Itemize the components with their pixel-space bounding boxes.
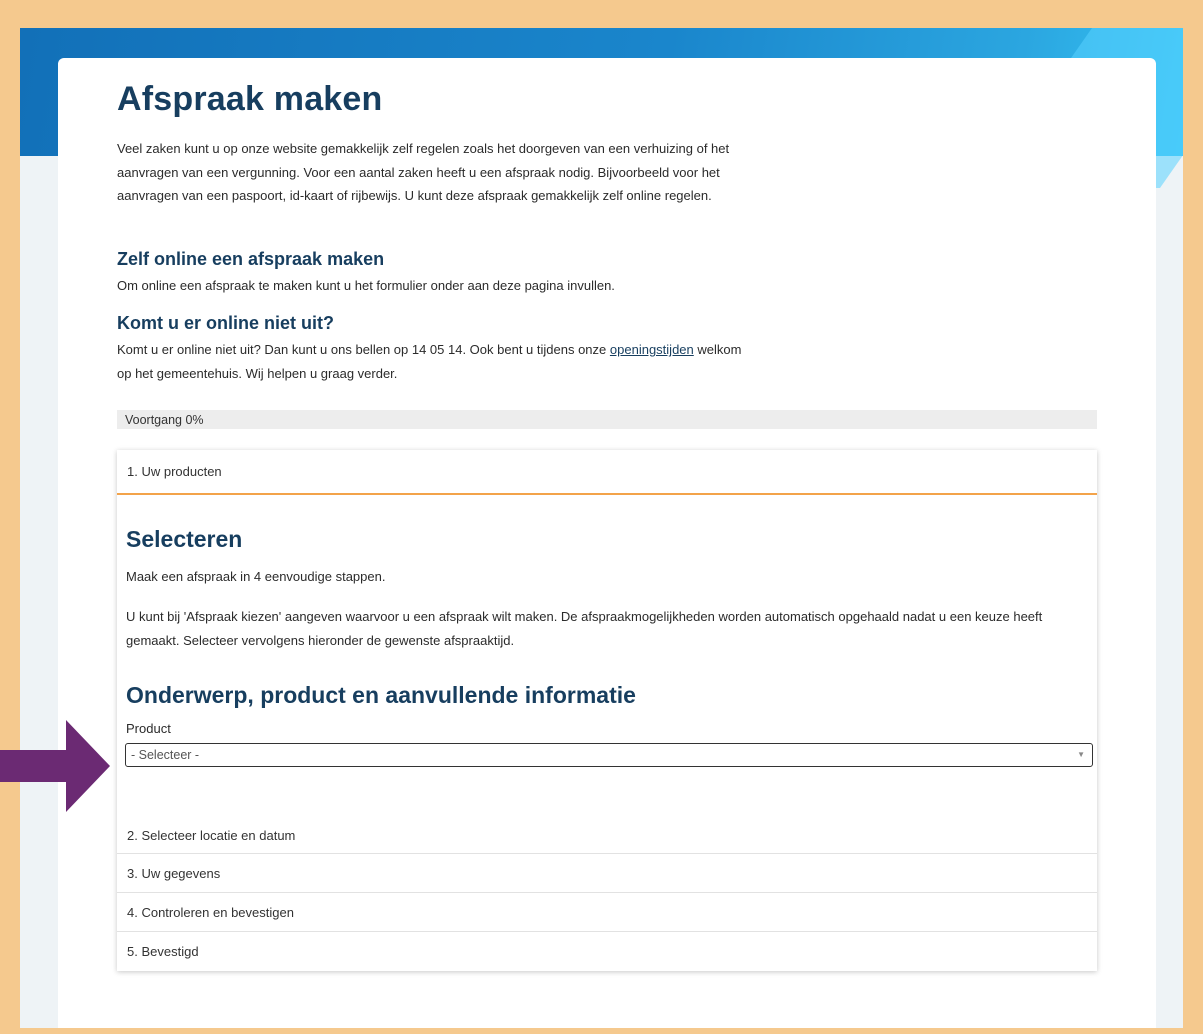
product-field-label: Product	[126, 721, 171, 736]
step-instructions-text: U kunt bij 'Afspraak kiezen' aangeven wa…	[126, 609, 1043, 648]
content-card: Afspraak maken Veel zaken kunt u op onze…	[58, 58, 1156, 1028]
step-intro-text: Maak een afspraak in 4 eenvoudige stappe…	[126, 569, 386, 584]
product-select[interactable]: - Selecteer - ▼	[125, 743, 1093, 767]
arrow-right-icon	[0, 720, 110, 812]
product-section-heading: Onderwerp, product en aanvullende inform…	[126, 682, 636, 708]
intro-text: Veel zaken kunt u op onze website gemakk…	[117, 141, 730, 203]
section-heading-online: Zelf online een afspraak maken	[117, 249, 385, 269]
progress-label: Voortgang 0%	[125, 413, 204, 427]
section-text-online: Om online een afspraak te maken kunt u h…	[117, 278, 615, 293]
progress-bar: Voortgang 0%	[117, 410, 1097, 429]
step-products-header[interactable]: 1. Uw producten	[117, 450, 1097, 495]
form-steps: 1. Uw producten Selecteren Maak een afsp…	[117, 450, 1097, 971]
page-title: Afspraak maken	[117, 80, 383, 118]
step-heading: Selecteren	[126, 526, 243, 552]
step-review-header[interactable]: 4. Controleren en bevestigen	[117, 893, 1097, 932]
step-details-header[interactable]: 3. Uw gegevens	[117, 854, 1097, 893]
help-text-before: Komt u er online niet uit? Dan kunt u on…	[117, 342, 607, 357]
section-text-help: Komt u er online niet uit? Dan kunt u on…	[117, 338, 757, 385]
step-confirmed-header[interactable]: 5. Bevestigd	[117, 932, 1097, 971]
step-products-body: Selecteren Maak een afspraak in 4 eenvou…	[117, 495, 1097, 815]
opening-hours-link[interactable]: openingstijden	[610, 342, 694, 357]
product-select-value: - Selecteer -	[131, 748, 200, 762]
section-heading-help: Komt u er online niet uit?	[117, 313, 334, 333]
page-frame: Afspraak maken Veel zaken kunt u op onze…	[20, 28, 1183, 1028]
caret-down-icon: ▼	[1077, 750, 1085, 759]
step-location-header[interactable]: 2. Selecteer locatie en datum	[117, 815, 1097, 854]
